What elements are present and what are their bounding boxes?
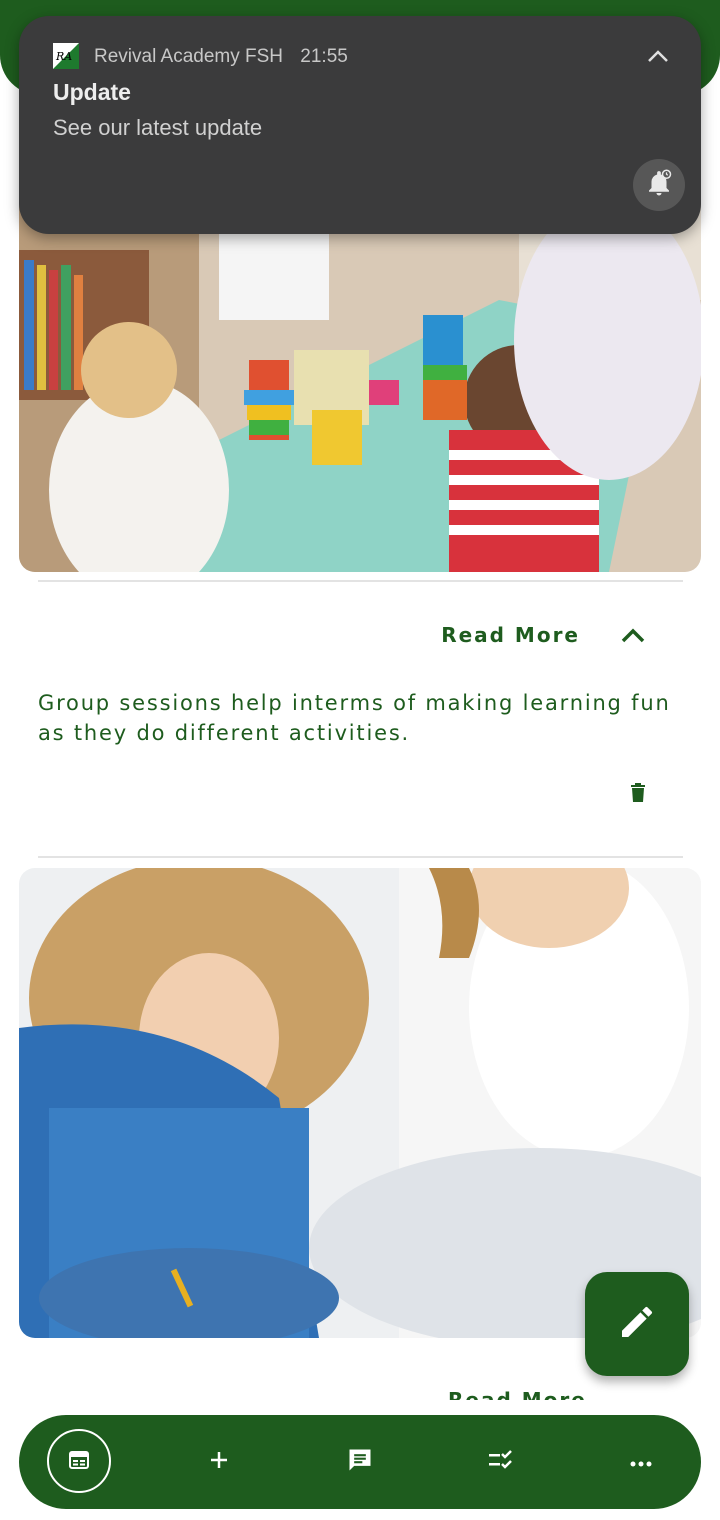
nav-messages[interactable]: [330, 1432, 390, 1492]
app-logo-icon: RA: [53, 43, 79, 69]
post-divider: [38, 580, 683, 582]
post-divider: [38, 856, 683, 858]
chevron-up-icon[interactable]: [618, 620, 648, 650]
post-description: Group sessions help interms of making le…: [38, 691, 671, 745]
more-horizontal-icon: [630, 1453, 652, 1472]
read-more-toggle[interactable]: Read More: [441, 620, 648, 650]
notification-time: 21:55: [300, 46, 348, 67]
read-more-label[interactable]: Read More: [448, 1388, 587, 1400]
post-image-drawing: [19, 868, 701, 1338]
snooze-bell-icon: [644, 168, 674, 202]
notification-body: See our latest update: [53, 115, 263, 140]
collapse-button[interactable]: [643, 42, 673, 72]
nav-more[interactable]: [611, 1432, 671, 1492]
notification-card[interactable]: RA Revival Academy FSH 21:55 Update See …: [19, 16, 701, 234]
chevron-up-icon: [647, 48, 669, 67]
nav-tasks[interactable]: [471, 1432, 531, 1492]
trash-icon[interactable]: [626, 781, 650, 805]
nav-add[interactable]: [189, 1432, 249, 1492]
read-more-label[interactable]: Read More: [441, 623, 580, 647]
chat-icon: [346, 1446, 374, 1478]
pencil-icon: [617, 1302, 657, 1346]
nav-calendar[interactable]: [47, 1429, 111, 1493]
svg-text:RA: RA: [55, 50, 72, 63]
plus-icon: [208, 1449, 230, 1475]
notification-header: Revival Academy FSH 21:55: [94, 46, 360, 68]
notification-app-name: Revival Academy FSH: [94, 46, 284, 67]
checklist-icon: [488, 1449, 514, 1475]
notification-title: Update: [53, 79, 131, 105]
calendar-icon: [67, 1447, 91, 1475]
snooze-button[interactable]: [633, 159, 685, 211]
bottom-navigation: [19, 1415, 701, 1509]
edit-fab[interactable]: [585, 1272, 689, 1376]
